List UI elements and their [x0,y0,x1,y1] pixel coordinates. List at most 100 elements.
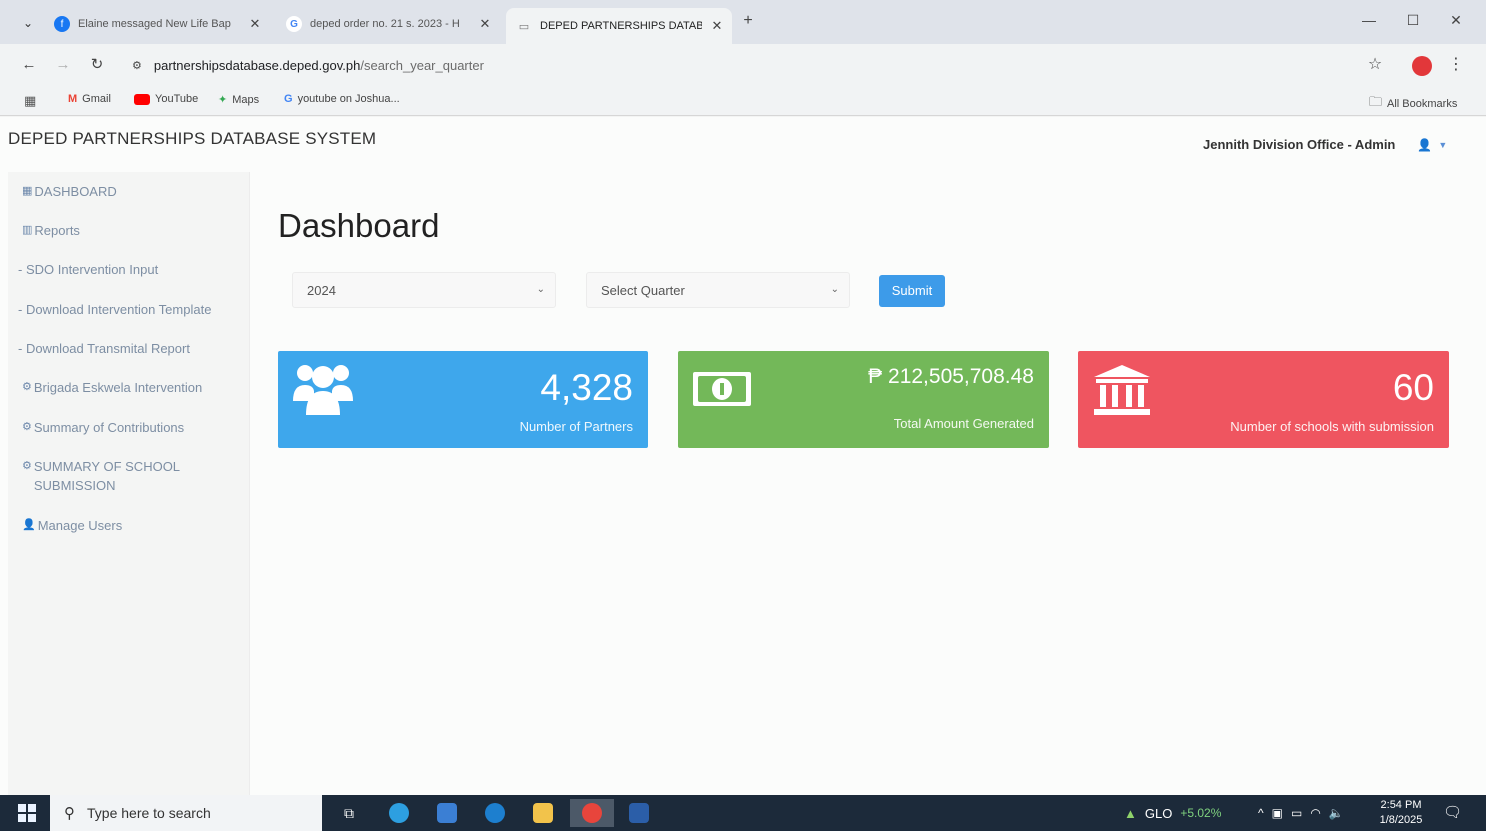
chevron-down-icon: ⌄ [536,284,545,295]
cogs-icon: ⚙ [22,381,32,393]
tab-deped-database[interactable]: ▭ DEPED PARTNERSHIPS DATABA ✕ [506,8,732,44]
bookmark-label: Gmail [82,93,111,105]
bookmark-youtube-joshua[interactable]: G youtube on Joshua... [284,93,400,105]
network-icon: ▣ [1271,806,1283,820]
quarter-select[interactable]: Select Quarter ⌄ [586,272,850,308]
tray-weather[interactable]: ▲ GLO +5.02% [1124,795,1221,831]
user-menu[interactable]: Jennith Division Office - Admin 👤 ▼ [1203,137,1447,152]
clock-time: 2:54 PM [1380,799,1422,811]
tab-google-search[interactable]: G deped order no. 21 s. 2023 - H ✕ [276,10,500,38]
more-menu-icon[interactable]: ⋮ [1448,54,1464,74]
address-bar: ← → ↻ ⚙ partnershipsdatabase.deped.gov.p… [0,44,1486,86]
sidebar-item-label: SUMMARY OF SCHOOL SUBMISSION [33,459,180,493]
submit-button[interactable]: Submit [879,275,945,307]
reload-icon[interactable]: ↻ [86,54,108,76]
app-title[interactable]: DEPED PARTNERSHIPS DATABASE SYSTEM [8,129,376,149]
sidebar-item-sdo-intervention-input[interactable]: - SDO Intervention Input [18,260,158,279]
facebook-icon: f [54,16,70,32]
total-amount-card[interactable]: ₱ 212,505,708.48 Total Amount Generated [678,351,1049,448]
taskbar-search-input[interactable]: ⚲ Type here to search [50,795,322,831]
youtube-icon [134,93,150,105]
schools-count: 60 [1392,367,1434,408]
sidebar-item-brigada-eskwela[interactable]: ⚙ Brigada Eskwela Intervention [22,378,202,397]
sidebar-item-label: - Download Intervention Template [18,302,212,317]
apps-icon[interactable]: ▦ [24,93,36,109]
bookmark-label: Maps [232,93,260,106]
windows-start-icon[interactable] [18,804,36,822]
partners-label: Number of Partners [519,419,633,434]
google-icon: G [286,16,302,32]
sidebar-item-reports[interactable]: ▥ Reports [22,221,80,240]
taskbar-clock[interactable]: 2:54 PM 1/8/2025 [1372,798,1430,828]
sidebar-item-download-transmital-report[interactable]: - Download Transmital Report [18,339,190,358]
folder-icon: 🗀 [1369,94,1383,109]
page-title: Dashboard [278,207,440,244]
all-bookmarks-label: All Bookmarks [1387,98,1458,110]
stock-icon: ▲ [1124,805,1137,821]
close-tab-icon[interactable]: ✕ [708,18,726,34]
windows-taskbar: ⚲ Type here to search ⧉ ▲ GLO +5.02% ^ ▣… [0,795,1486,831]
bookmarks-bar: ▦ M Gmail YouTube ✦ Maps G youtube on Jo… [0,86,1486,116]
users-icon [292,361,354,422]
chrome-icon[interactable] [570,799,614,827]
outlook-icon[interactable] [480,799,510,827]
url-field[interactable]: ⚙ partnershipsdatabase.deped.gov.ph/sear… [122,50,1342,80]
word-icon[interactable] [624,799,654,827]
profile-avatar[interactable] [1412,56,1432,76]
sidebar-item-label: Brigada Eskwela Intervention [33,380,203,395]
tab-facebook[interactable]: f Elaine messaged New Life Bap ✕ [44,10,270,38]
sidebar-item-summary-of-school-submission[interactable]: ⚙ SUMMARY OF SCHOOL SUBMISSION [22,457,232,495]
sidebar-item-download-intervention-template[interactable]: - Download Intervention Template [18,300,211,319]
new-tab-icon[interactable]: + [738,12,758,30]
page-content: DEPED PARTNERSHIPS DATABASE SYSTEM Jenni… [0,117,1486,795]
edge-icon[interactable] [384,799,414,827]
schools-card[interactable]: 60 Number of schools with submission [1078,351,1449,448]
sidebar-item-label: DASHBOARD [34,184,117,199]
sidebar-item-manage-users[interactable]: 👤 Manage Users [22,516,122,535]
browser-tab-strip: ⌄ f Elaine messaged New Life Bap ✕ G dep… [0,0,1486,44]
schools-label: Number of schools with submission [1230,419,1434,434]
year-select[interactable]: 2024 ⌄ [292,272,556,308]
close-tab-icon[interactable]: ✕ [246,16,264,32]
url-host: partnershipsdatabase.deped.gov.ph [153,57,361,73]
chevron-down-icon: ⌄ [830,284,839,295]
store-icon[interactable] [432,799,462,827]
bookmark-youtube[interactable]: YouTube [134,93,198,105]
file-explorer-icon[interactable] [528,799,558,827]
quarter-select-value: Select Quarter [601,282,685,298]
bookmark-maps[interactable]: ✦ Maps [218,93,260,107]
partners-card[interactable]: 4,328 Number of Partners [278,351,648,448]
system-tray-icons[interactable]: ^ ▣ ▭ ◠ 🔈 [1258,795,1344,831]
sidebar-item-summary-of-contributions[interactable]: ⚙ Summary of Contributions [22,418,184,437]
bookmark-label: YouTube [155,93,199,105]
chevron-up-icon: ^ [1258,806,1264,820]
sidebar-item-label: Reports [34,223,80,238]
bookmark-gmail[interactable]: M Gmail [68,93,111,105]
battery-icon: ▭ [1290,806,1303,820]
minimize-icon[interactable]: — [1354,12,1384,28]
wifi-icon: ◠ [1310,806,1321,820]
tab-label: deped order no. 21 s. 2023 - H [310,18,460,30]
bookmark-star-icon[interactable]: ☆ [1364,54,1386,74]
close-tab-icon[interactable]: ✕ [476,16,494,32]
partners-count: 4,328 [540,367,633,408]
forward-arrow-icon[interactable]: → [52,54,74,76]
tab-label: Elaine messaged New Life Bap [78,18,231,30]
back-arrow-icon[interactable]: ← [18,54,40,76]
all-bookmarks[interactable]: 🗀 All Bookmarks [1369,93,1457,115]
caret-down-icon: ▼ [1438,139,1448,150]
sidebar-item-dashboard[interactable]: ▦ DASHBOARD [22,182,117,201]
maximize-icon[interactable]: ☐ [1398,12,1428,29]
task-view-icon[interactable]: ⧉ [334,799,364,827]
user-icon: 👤 [1417,137,1433,152]
speaker-icon: 🔈 [1328,806,1344,820]
cogs-icon: ⚙ [22,421,32,433]
site-settings-icon[interactable]: ⚙ [132,59,142,72]
search-placeholder: Type here to search [87,805,211,821]
clock-date: 1/8/2025 [1379,814,1423,826]
close-window-icon[interactable]: ✕ [1441,12,1471,29]
total-amount-value: ₱ 212,505,708.48 [868,365,1034,388]
sidebar: ▦ DASHBOARD ▥ Reports - SDO Intervention… [8,172,250,795]
tab-search-chevron-icon[interactable]: ⌄ [16,12,40,34]
notification-icon[interactable]: 🗨 [1443,803,1462,821]
